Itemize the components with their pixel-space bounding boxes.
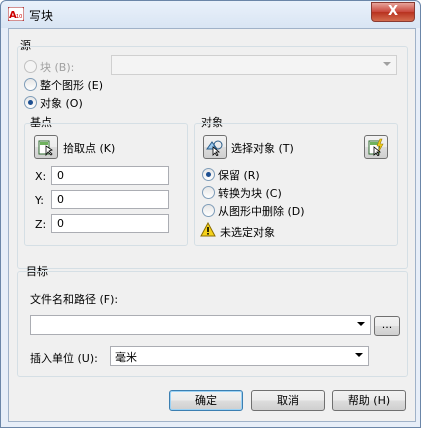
y-label: Y:	[35, 194, 44, 207]
ok-button[interactable]: 确定	[169, 390, 243, 411]
svg-text:10: 10	[16, 14, 22, 20]
objects-radio-label: 对象 (O)	[40, 97, 83, 110]
z-value: 0	[57, 217, 64, 230]
retain-label: 保留 (R)	[218, 169, 260, 182]
cancel-label: 取消	[277, 394, 299, 407]
quick-select-button[interactable]	[364, 135, 388, 159]
z-label: Z:	[35, 218, 47, 231]
select-objects-label: 选择对象 (T)	[231, 142, 294, 155]
filename-label: 文件名和路径 (F):	[30, 293, 119, 306]
delete-from-drawing-label: 从图形中删除 (D)	[218, 205, 305, 218]
close-icon: X	[387, 4, 399, 19]
autocad-app-icon: A 10	[8, 7, 24, 21]
entire-drawing-radio[interactable]	[24, 78, 37, 91]
convert-to-block-label: 转换为块 (C)	[218, 187, 282, 200]
delete-from-drawing-radio[interactable]	[202, 204, 215, 217]
warning-icon	[200, 222, 216, 237]
insert-units-value: 毫米	[115, 351, 137, 364]
x-value: 0	[57, 169, 64, 182]
ok-label: 确定	[195, 394, 217, 407]
pick-point-button[interactable]	[34, 135, 58, 159]
x-coordinate-input[interactable]: 0	[51, 166, 169, 185]
chevron-down-icon	[383, 62, 391, 66]
block-name-combo[interactable]	[111, 55, 397, 75]
help-button[interactable]: 帮助 (H)	[332, 390, 406, 411]
y-coordinate-input[interactable]: 0	[51, 190, 169, 209]
window-title: 写块	[29, 9, 54, 23]
y-value: 0	[57, 193, 64, 206]
pick-point-icon	[38, 140, 53, 156]
no-objects-selected-text: 未选定对象	[220, 226, 275, 239]
z-coordinate-input[interactable]: 0	[51, 214, 169, 233]
browse-button[interactable]: ...	[374, 316, 400, 336]
close-button[interactable]: X	[371, 2, 415, 22]
block-radio[interactable]	[24, 60, 37, 73]
convert-to-block-radio[interactable]	[202, 186, 215, 199]
retain-radio[interactable]	[202, 168, 215, 181]
entire-drawing-label: 整个图形 (E)	[40, 79, 104, 92]
dialog-body: 源 块 (B): 整个图形 (E) 对象 (O) 基点 拾取点 (K) X: 0…	[8, 28, 416, 422]
objects-radio[interactable]	[24, 96, 37, 109]
quick-select-icon	[368, 138, 384, 156]
x-label: X:	[35, 170, 47, 183]
chevron-down-icon	[357, 322, 365, 326]
title-bar[interactable]: A 10 写块 X	[1, 1, 420, 28]
cancel-button[interactable]: 取消	[251, 390, 325, 411]
insert-units-label: 插入单位 (U):	[30, 352, 98, 365]
insert-units-select[interactable]: 毫米	[110, 346, 369, 366]
write-block-dialog: A 10 写块 X 源 块 (B): 整个图形 (E) 对象 (O) 基点 拾取…	[0, 0, 421, 428]
help-label: 帮助 (H)	[347, 394, 391, 407]
pick-point-label: 拾取点 (K)	[63, 142, 116, 155]
browse-label: ...	[381, 318, 393, 331]
select-objects-button[interactable]	[203, 135, 227, 159]
block-radio-label: 块 (B):	[40, 61, 75, 74]
chevron-down-icon	[355, 353, 363, 357]
filename-combo[interactable]	[30, 315, 371, 335]
select-objects-icon	[206, 140, 223, 156]
